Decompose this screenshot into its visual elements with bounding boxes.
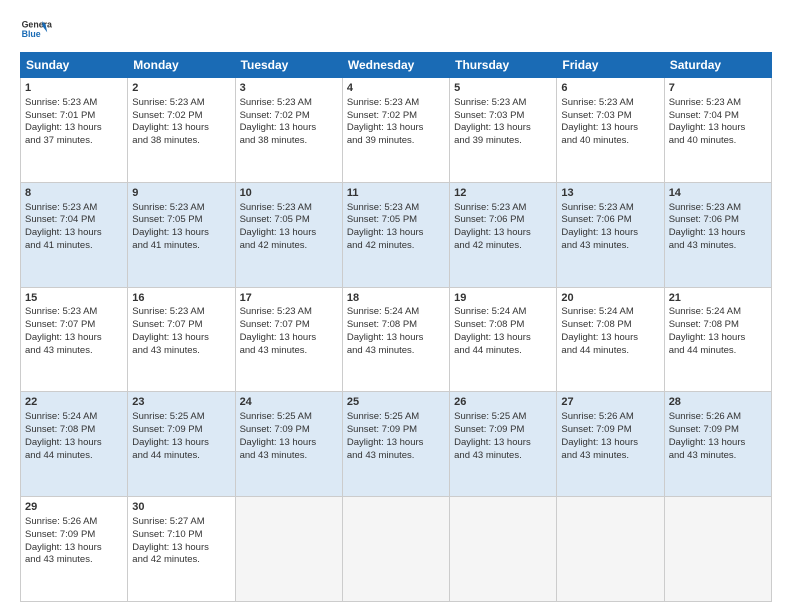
calendar-day-7: 7Sunrise: 5:23 AMSunset: 7:04 PMDaylight… [664, 78, 771, 183]
calendar-day-1: 1Sunrise: 5:23 AMSunset: 7:01 PMDaylight… [21, 78, 128, 183]
calendar-day-19: 19Sunrise: 5:24 AMSunset: 7:08 PMDayligh… [450, 287, 557, 392]
calendar-day-18: 18Sunrise: 5:24 AMSunset: 7:08 PMDayligh… [342, 287, 449, 392]
day-number: 28 [669, 395, 767, 410]
day-header-saturday: Saturday [664, 53, 771, 78]
day-number: 2 [132, 81, 230, 96]
day-number: 14 [669, 186, 767, 201]
day-number: 4 [347, 81, 445, 96]
header: General Blue [20, 16, 772, 44]
calendar-day-4: 4Sunrise: 5:23 AMSunset: 7:02 PMDaylight… [342, 78, 449, 183]
day-number: 10 [240, 186, 338, 201]
day-number: 3 [240, 81, 338, 96]
calendar-day-29: 29Sunrise: 5:26 AMSunset: 7:09 PMDayligh… [21, 497, 128, 602]
day-number: 27 [561, 395, 659, 410]
day-number: 8 [25, 186, 123, 201]
calendar-day-27: 27Sunrise: 5:26 AMSunset: 7:09 PMDayligh… [557, 392, 664, 497]
day-number: 11 [347, 186, 445, 201]
calendar-day-8: 8Sunrise: 5:23 AMSunset: 7:04 PMDaylight… [21, 182, 128, 287]
page: General Blue SundayMondayTuesdayWednesda… [0, 0, 792, 612]
calendar-day-28: 28Sunrise: 5:26 AMSunset: 7:09 PMDayligh… [664, 392, 771, 497]
calendar-day-17: 17Sunrise: 5:23 AMSunset: 7:07 PMDayligh… [235, 287, 342, 392]
calendar-day-25: 25Sunrise: 5:25 AMSunset: 7:09 PMDayligh… [342, 392, 449, 497]
calendar-day-14: 14Sunrise: 5:23 AMSunset: 7:06 PMDayligh… [664, 182, 771, 287]
calendar-row-5: 29Sunrise: 5:26 AMSunset: 7:09 PMDayligh… [21, 497, 772, 602]
day-header-sunday: Sunday [21, 53, 128, 78]
calendar-day-2: 2Sunrise: 5:23 AMSunset: 7:02 PMDaylight… [128, 78, 235, 183]
day-number: 29 [25, 500, 123, 515]
calendar-row-3: 15Sunrise: 5:23 AMSunset: 7:07 PMDayligh… [21, 287, 772, 392]
day-number: 7 [669, 81, 767, 96]
day-header-monday: Monday [128, 53, 235, 78]
svg-text:Blue: Blue [22, 29, 41, 39]
day-number: 5 [454, 81, 552, 96]
calendar-day-13: 13Sunrise: 5:23 AMSunset: 7:06 PMDayligh… [557, 182, 664, 287]
logo: General Blue [20, 16, 52, 44]
day-number: 15 [25, 291, 123, 306]
calendar-table: SundayMondayTuesdayWednesdayThursdayFrid… [20, 52, 772, 602]
calendar-day-5: 5Sunrise: 5:23 AMSunset: 7:03 PMDaylight… [450, 78, 557, 183]
calendar-day-26: 26Sunrise: 5:25 AMSunset: 7:09 PMDayligh… [450, 392, 557, 497]
calendar-day-6: 6Sunrise: 5:23 AMSunset: 7:03 PMDaylight… [557, 78, 664, 183]
day-header-wednesday: Wednesday [342, 53, 449, 78]
day-number: 21 [669, 291, 767, 306]
day-number: 19 [454, 291, 552, 306]
day-number: 26 [454, 395, 552, 410]
calendar-day-9: 9Sunrise: 5:23 AMSunset: 7:05 PMDaylight… [128, 182, 235, 287]
day-number: 13 [561, 186, 659, 201]
day-number: 20 [561, 291, 659, 306]
day-number: 24 [240, 395, 338, 410]
calendar-day-21: 21Sunrise: 5:24 AMSunset: 7:08 PMDayligh… [664, 287, 771, 392]
calendar-day-empty [557, 497, 664, 602]
day-number: 25 [347, 395, 445, 410]
day-number: 16 [132, 291, 230, 306]
calendar-day-11: 11Sunrise: 5:23 AMSunset: 7:05 PMDayligh… [342, 182, 449, 287]
day-number: 23 [132, 395, 230, 410]
calendar-day-empty [342, 497, 449, 602]
day-number: 9 [132, 186, 230, 201]
day-number: 17 [240, 291, 338, 306]
calendar-day-24: 24Sunrise: 5:25 AMSunset: 7:09 PMDayligh… [235, 392, 342, 497]
calendar-day-20: 20Sunrise: 5:24 AMSunset: 7:08 PMDayligh… [557, 287, 664, 392]
day-number: 18 [347, 291, 445, 306]
calendar-day-22: 22Sunrise: 5:24 AMSunset: 7:08 PMDayligh… [21, 392, 128, 497]
day-number: 30 [132, 500, 230, 515]
day-number: 22 [25, 395, 123, 410]
calendar-row-4: 22Sunrise: 5:24 AMSunset: 7:08 PMDayligh… [21, 392, 772, 497]
calendar-day-3: 3Sunrise: 5:23 AMSunset: 7:02 PMDaylight… [235, 78, 342, 183]
calendar-day-16: 16Sunrise: 5:23 AMSunset: 7:07 PMDayligh… [128, 287, 235, 392]
calendar-day-30: 30Sunrise: 5:27 AMSunset: 7:10 PMDayligh… [128, 497, 235, 602]
calendar-day-empty [664, 497, 771, 602]
calendar-day-10: 10Sunrise: 5:23 AMSunset: 7:05 PMDayligh… [235, 182, 342, 287]
calendar-day-12: 12Sunrise: 5:23 AMSunset: 7:06 PMDayligh… [450, 182, 557, 287]
calendar-row-2: 8Sunrise: 5:23 AMSunset: 7:04 PMDaylight… [21, 182, 772, 287]
day-header-tuesday: Tuesday [235, 53, 342, 78]
calendar-header-row: SundayMondayTuesdayWednesdayThursdayFrid… [21, 53, 772, 78]
calendar-day-empty [235, 497, 342, 602]
day-number: 12 [454, 186, 552, 201]
calendar-day-15: 15Sunrise: 5:23 AMSunset: 7:07 PMDayligh… [21, 287, 128, 392]
calendar-row-1: 1Sunrise: 5:23 AMSunset: 7:01 PMDaylight… [21, 78, 772, 183]
day-number: 1 [25, 81, 123, 96]
calendar-day-empty [450, 497, 557, 602]
day-header-friday: Friday [557, 53, 664, 78]
calendar-day-23: 23Sunrise: 5:25 AMSunset: 7:09 PMDayligh… [128, 392, 235, 497]
day-number: 6 [561, 81, 659, 96]
logo-icon: General Blue [20, 16, 52, 44]
svg-text:General: General [22, 20, 52, 30]
day-header-thursday: Thursday [450, 53, 557, 78]
